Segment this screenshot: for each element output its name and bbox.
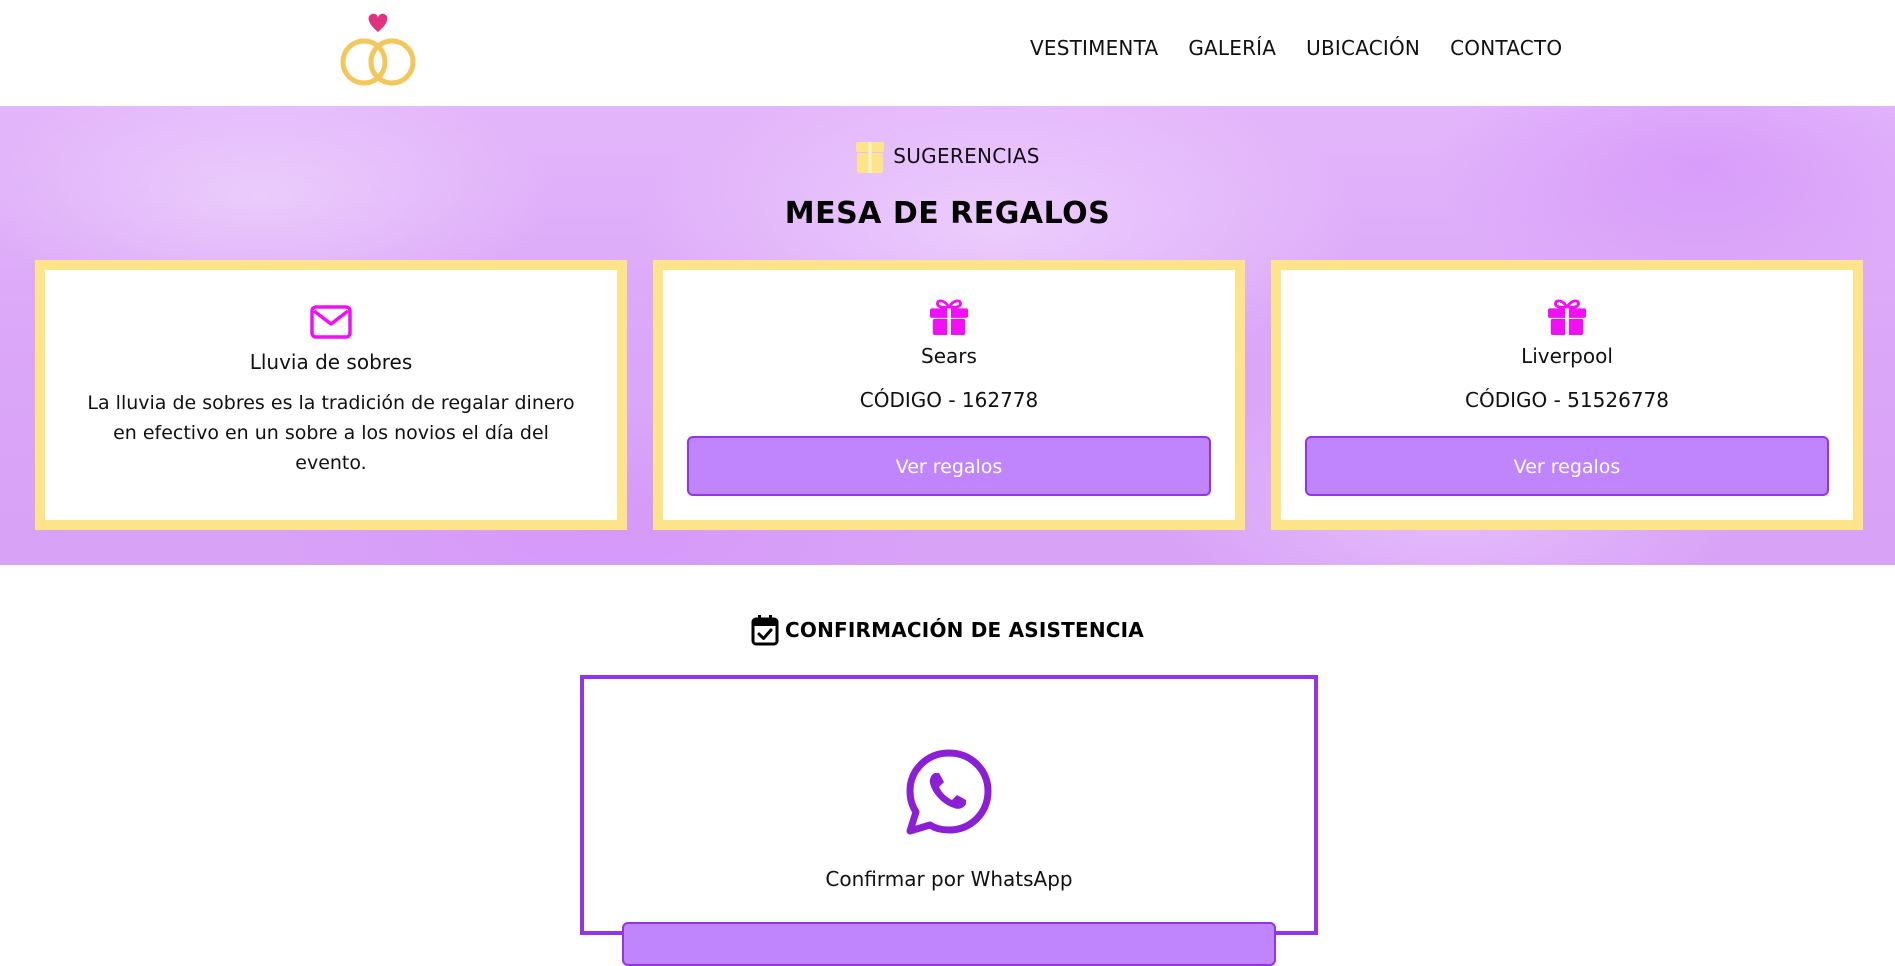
gift-box-icon <box>856 142 885 173</box>
section-title: MESA DE REGALOS <box>784 196 1111 231</box>
gift-card-liverpool: Liverpool CÓDIGO - 51526778 Ver regalos <box>1271 260 1863 530</box>
rsvp-whatsapp-card: Confirmar por WhatsApp <box>580 675 1318 966</box>
section-eyebrow: SUGERENCIAS <box>0 138 1895 174</box>
card-description: La lluvia de sobres es la tradición de r… <box>87 392 575 474</box>
main-nav: VESTIMENTA GALERÍA UBICACIÓN CONTACTO <box>1030 36 1562 60</box>
calendar-check-icon <box>751 615 779 646</box>
registry-code: CÓDIGO - 162778 <box>859 388 1039 412</box>
gift-card-envelopes: Lluvia de sobres La lluvia de sobres es … <box>35 260 627 530</box>
gift-icon <box>929 299 969 336</box>
confirm-whatsapp-button[interactable] <box>622 922 1276 966</box>
envelope-icon <box>310 305 352 339</box>
gift-registry-section: SUGERENCIAS MESA DE REGALOS Lluvia de so… <box>0 106 1895 565</box>
store-name: Liverpool <box>1521 344 1613 368</box>
rsvp-label: Confirmar por WhatsApp <box>825 867 1073 891</box>
view-gifts-button[interactable]: Ver regalos <box>1305 436 1829 496</box>
nav-link-galeria[interactable]: GALERÍA <box>1188 36 1276 60</box>
store-name: Sears <box>921 344 977 368</box>
rsvp-heading: CONFIRMACIÓN DE ASISTENCIA <box>0 614 1895 646</box>
site-header: VESTIMENTA GALERÍA UBICACIÓN CONTACTO <box>0 0 1895 106</box>
rsvp-title: CONFIRMACIÓN DE ASISTENCIA <box>785 618 1144 642</box>
wedding-rings-logo[interactable] <box>336 10 420 88</box>
eyebrow-text: SUGERENCIAS <box>893 144 1040 168</box>
nav-link-vestimenta[interactable]: VESTIMENTA <box>1030 36 1158 60</box>
view-gifts-button[interactable]: Ver regalos <box>687 436 1211 496</box>
nav-link-contacto[interactable]: CONTACTO <box>1450 36 1562 60</box>
gift-icon <box>1547 299 1587 336</box>
nav-link-ubicacion[interactable]: UBICACIÓN <box>1306 36 1420 60</box>
registry-code: CÓDIGO - 51526778 <box>1465 388 1669 412</box>
card-title: Lluvia de sobres <box>249 350 413 374</box>
whatsapp-icon[interactable] <box>904 747 994 837</box>
gift-card-sears: Sears CÓDIGO - 162778 Ver regalos <box>653 260 1245 530</box>
